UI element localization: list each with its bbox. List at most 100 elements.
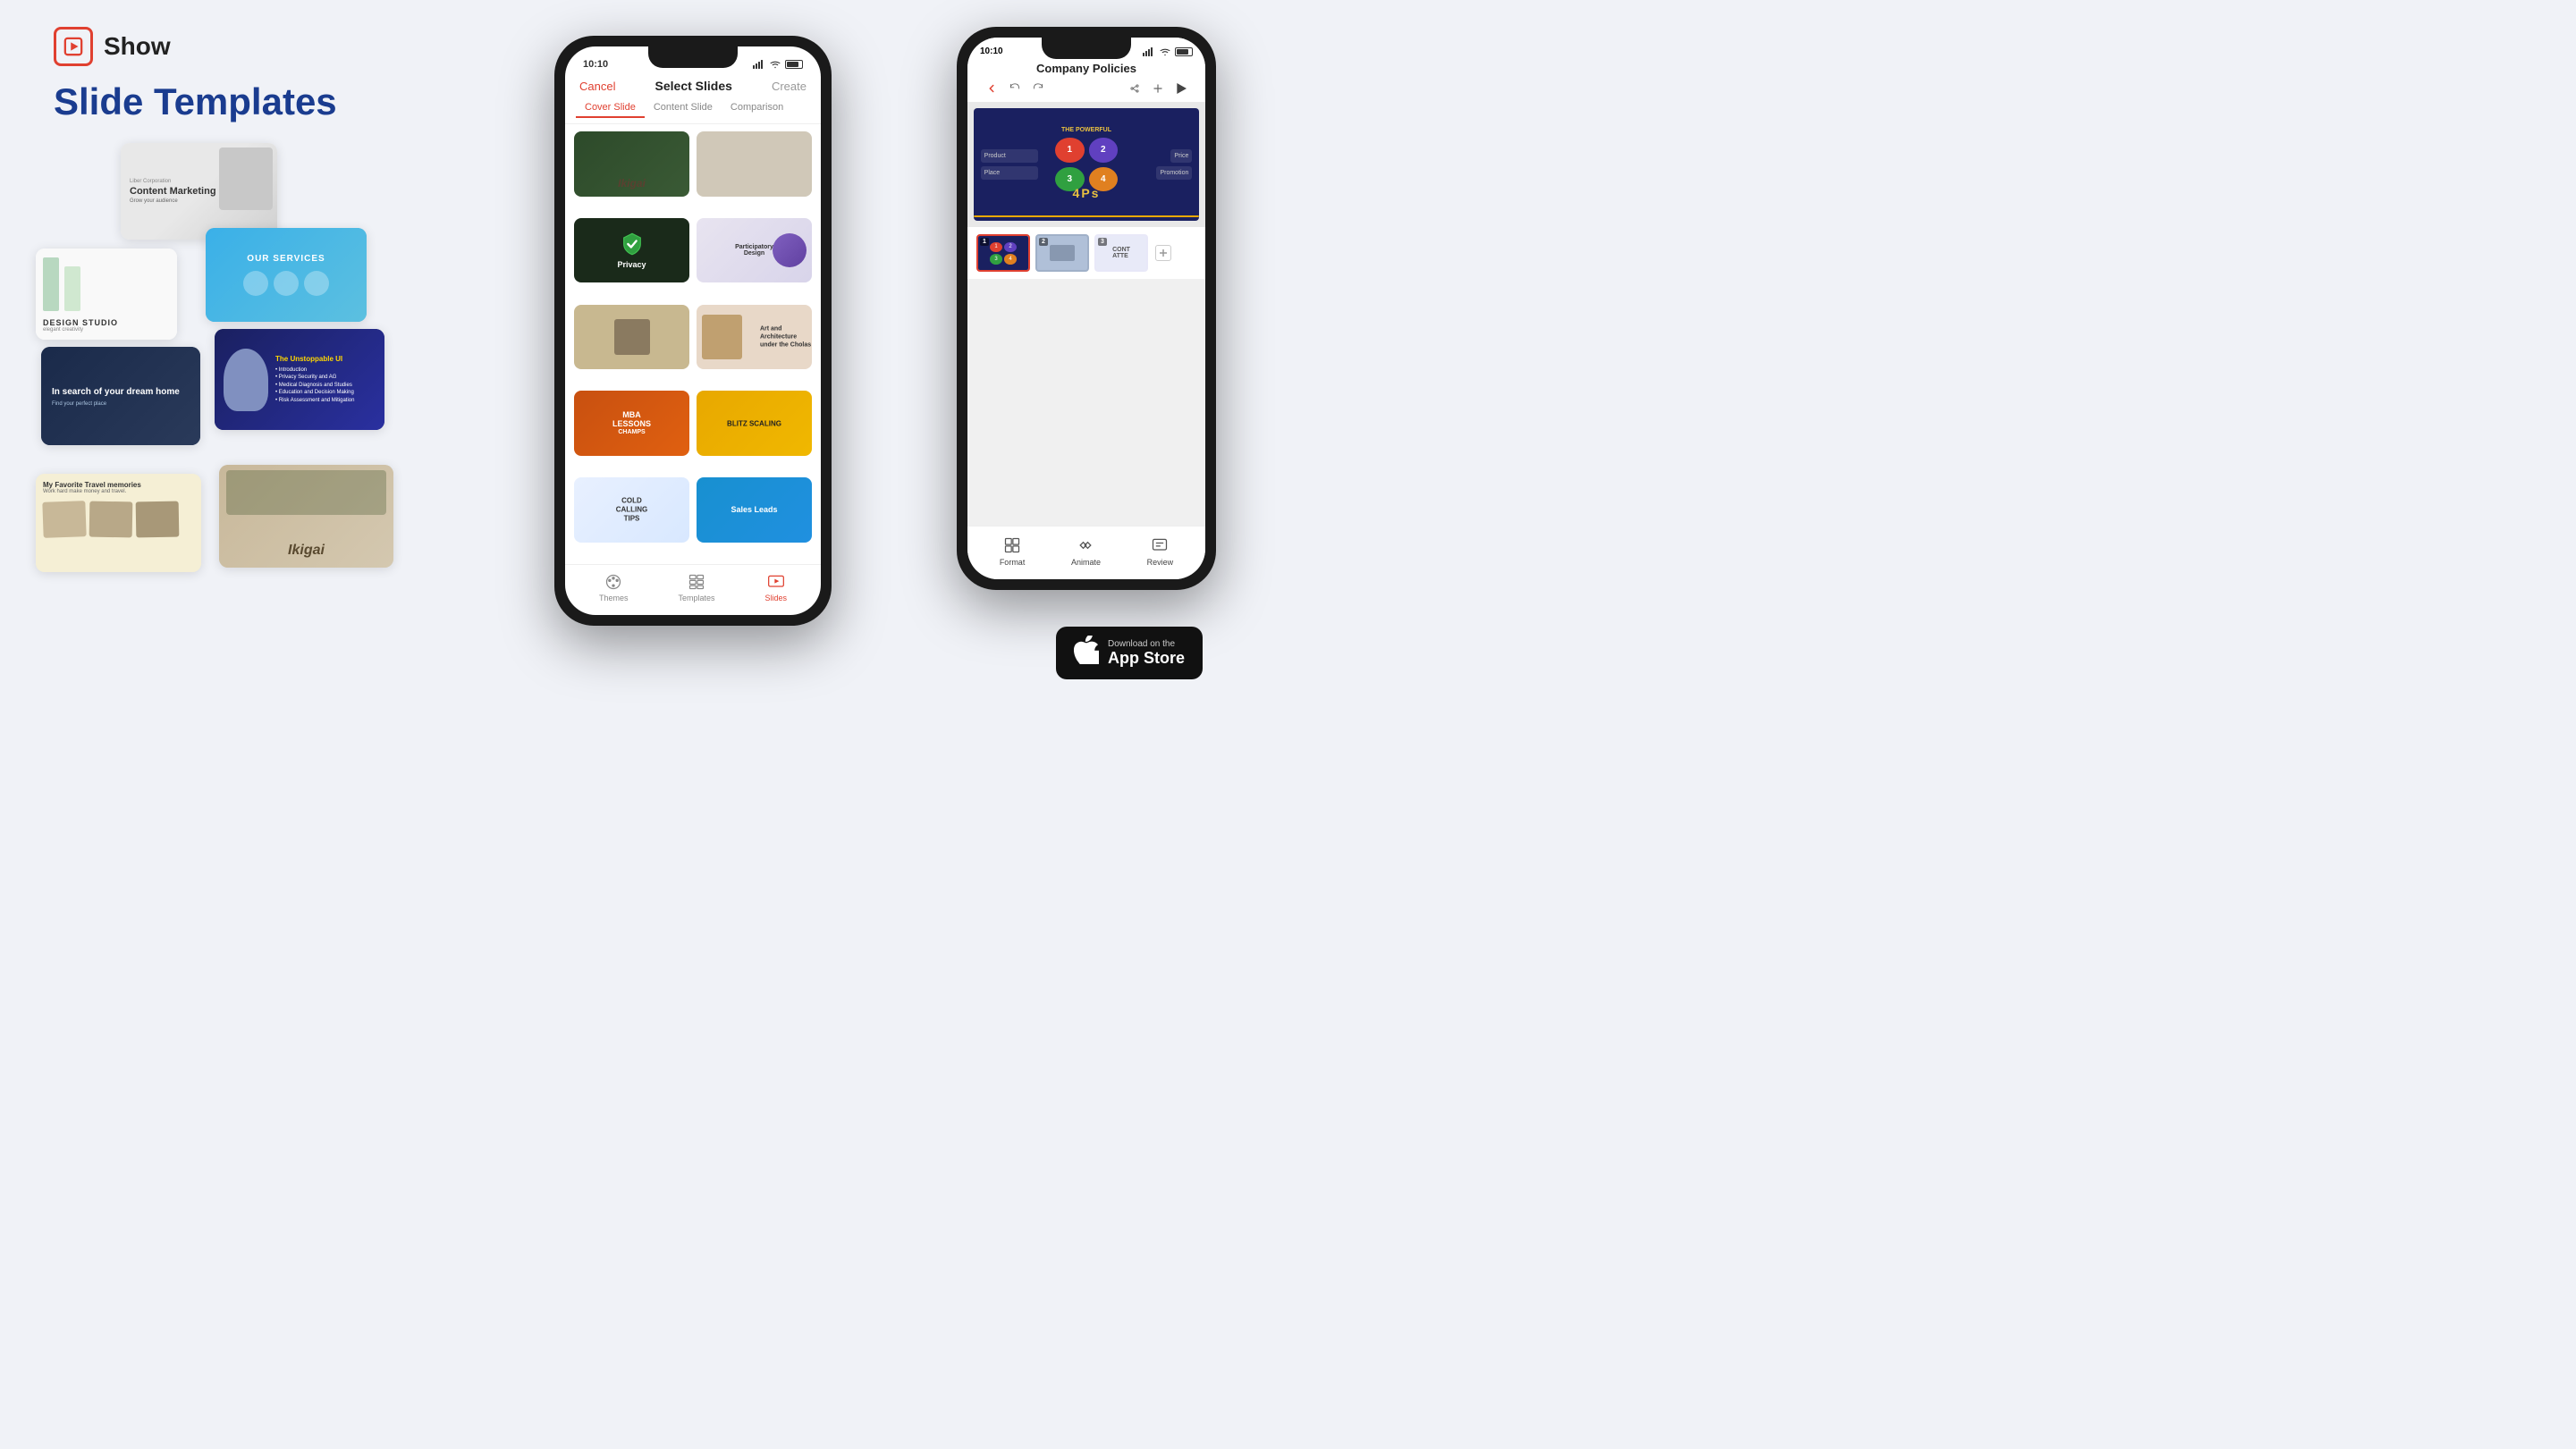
animate-button[interactable]: Animate — [1071, 535, 1101, 567]
phone-screen-right: 10:10 — [967, 38, 1205, 579]
format-icon — [1002, 535, 1022, 555]
redo-icon[interactable] — [1030, 80, 1046, 97]
format-label: Format — [1000, 558, 1026, 567]
slide-thumb-participatory[interactable]: Participatory Design — [697, 218, 812, 283]
page-title: Slide Templates — [54, 80, 337, 123]
logo-area: Show — [54, 27, 171, 66]
phone-nav-center: Cancel Select Slides Create — [565, 73, 821, 98]
p1-circle: 1 — [1055, 138, 1085, 163]
slide-thumb-ikigai[interactable]: Ikigai — [574, 131, 689, 197]
nav-templates[interactable]: Templates — [678, 572, 714, 602]
card-our-services[interactable]: OUR SERVICES — [206, 228, 367, 322]
ui-bullets: • Introduction • Privacy Security and AG… — [275, 366, 354, 404]
slide-thumb-mba[interactable]: MBA LESSONS CHAMPS — [574, 391, 689, 456]
participatory-circle — [773, 233, 807, 267]
themes-label: Themes — [599, 594, 629, 602]
slide-thumb-art[interactable]: Art and Architecture under the Cholas — [697, 305, 812, 370]
play-icon — [63, 37, 83, 56]
appstore-bottom-text: App Store — [1108, 649, 1185, 668]
art-thumb-label: Art and Architecture under the Cholas — [760, 324, 811, 349]
slide-thumb-book[interactable] — [697, 131, 812, 197]
phone-shell-right: 10:10 — [957, 27, 1216, 590]
card-content-marketing[interactable]: Liber Corporation Content Marketing Grow… — [121, 143, 277, 240]
shield-icon — [620, 232, 645, 257]
tab-cover-slide[interactable]: Cover Slide — [576, 98, 645, 118]
rp-thumb-strip: 1 1 2 3 4 2 — [967, 227, 1205, 279]
dh-sub: Find your perfect place — [52, 401, 190, 407]
rp-status-time: 10:10 — [980, 46, 1003, 56]
logo-icon[interactable] — [54, 27, 93, 66]
cold-thumb-label: COLD CALLING TIPS — [616, 497, 648, 523]
themes-icon — [604, 572, 623, 592]
dark-thumb-shape — [614, 319, 650, 355]
slide-thumb-blitz[interactable]: BLITZ SCALING — [697, 391, 812, 456]
ik-title: Ikigai — [288, 543, 325, 559]
rp-thumb-num-2: 2 — [1039, 238, 1048, 246]
slides-label: Slides — [764, 594, 787, 602]
back-icon[interactable] — [984, 80, 1000, 97]
nav-slides[interactable]: Slides — [764, 572, 787, 602]
rp-spacer — [967, 279, 1205, 526]
card-dream-home[interactable]: In search of your dream home Find your p… — [41, 347, 200, 445]
review-label: Review — [1147, 558, 1174, 567]
rp-thumb-3[interactable]: 3 CONTATTE — [1094, 234, 1148, 272]
animate-label: Animate — [1071, 558, 1101, 567]
fourps-grid: 1 2 3 4 — [1055, 138, 1118, 191]
play-button-icon[interactable] — [1173, 80, 1189, 97]
tab-content-slide[interactable]: Content Slide — [645, 98, 722, 118]
slide-thumb-privacy[interactable]: Privacy — [574, 218, 689, 283]
add-icon[interactable] — [1150, 80, 1166, 97]
plus-icon — [1159, 249, 1168, 257]
rp-battery-icon — [1175, 47, 1193, 56]
create-button-center[interactable]: Create — [772, 80, 807, 93]
undo-icon[interactable] — [1007, 80, 1023, 97]
rp-slide-title: Company Policies — [980, 62, 1193, 75]
fourps-right: Price Promotion — [1135, 149, 1192, 180]
rp-signal-icon — [1143, 47, 1155, 56]
blitz-thumb-label: BLITZ SCALING — [727, 419, 781, 427]
card-unstoppable[interactable]: The Unstoppable UI • Introduction • Priv… — [215, 329, 384, 430]
nav-themes[interactable]: Themes — [599, 572, 629, 602]
card-travel[interactable]: My Favorite Travel memories Work hard ma… — [36, 474, 201, 572]
rp-toolbar — [980, 80, 1193, 97]
card-ikigai[interactable]: Ikigai — [219, 465, 393, 568]
card-design-studio[interactable]: DESIGN STUDIO elegant creativity — [36, 249, 177, 340]
slide-tabs: Cover Slide Content Slide Comparison — [565, 98, 821, 124]
wifi-icon — [769, 60, 781, 69]
phone-bottom-nav-center: Themes Templates — [565, 564, 821, 615]
privacy-thumb-label: Privacy — [617, 260, 646, 269]
battery-icon — [785, 60, 803, 69]
status-icons-center — [753, 60, 803, 69]
add-slide-button[interactable] — [1153, 234, 1173, 272]
price-text: Price — [1170, 149, 1192, 163]
signal-icon — [753, 60, 765, 69]
add-slide-icon — [1155, 245, 1171, 261]
slides-icon — [766, 572, 786, 592]
shield-badge: Privacy — [617, 232, 646, 269]
review-button[interactable]: Review — [1147, 535, 1174, 567]
rp-status-icons — [1143, 46, 1193, 56]
animate-icon — [1076, 535, 1095, 555]
t2-shape — [1050, 245, 1075, 261]
fourps-label: 4Ps — [1073, 186, 1101, 200]
appstore-button[interactable]: Download on the App Store — [1056, 627, 1203, 679]
rp-thumb-1[interactable]: 1 1 2 3 4 — [976, 234, 1030, 272]
format-button[interactable]: Format — [1000, 535, 1026, 567]
phone-center: 10:10 — [554, 36, 832, 626]
slide-thumb-sales[interactable]: Sales Leads — [697, 477, 812, 543]
sales-thumb-label: Sales Leads — [731, 505, 777, 514]
phone-screen-center: 10:10 — [565, 46, 821, 615]
cancel-button-center[interactable]: Cancel — [579, 80, 615, 93]
tab-comparison[interactable]: Comparison — [722, 98, 792, 118]
rp-toolbar-icons-right — [1127, 80, 1189, 97]
ui-title: The Unstoppable UI — [275, 355, 354, 363]
share-icon[interactable] — [1127, 80, 1143, 97]
slides-grid: Ikigai Privacy — [565, 124, 821, 564]
rp-thumb-num-3: 3 — [1098, 238, 1107, 246]
rp-thumb-2[interactable]: 2 — [1035, 234, 1089, 272]
slide-thumb-dark[interactable] — [574, 305, 689, 370]
slide-thumb-cold[interactable]: COLD CALLING TIPS — [574, 477, 689, 543]
ds-subtitle: elegant creativity — [43, 327, 170, 333]
t1-p3: 3 — [990, 254, 1002, 265]
review-icon — [1150, 535, 1170, 555]
